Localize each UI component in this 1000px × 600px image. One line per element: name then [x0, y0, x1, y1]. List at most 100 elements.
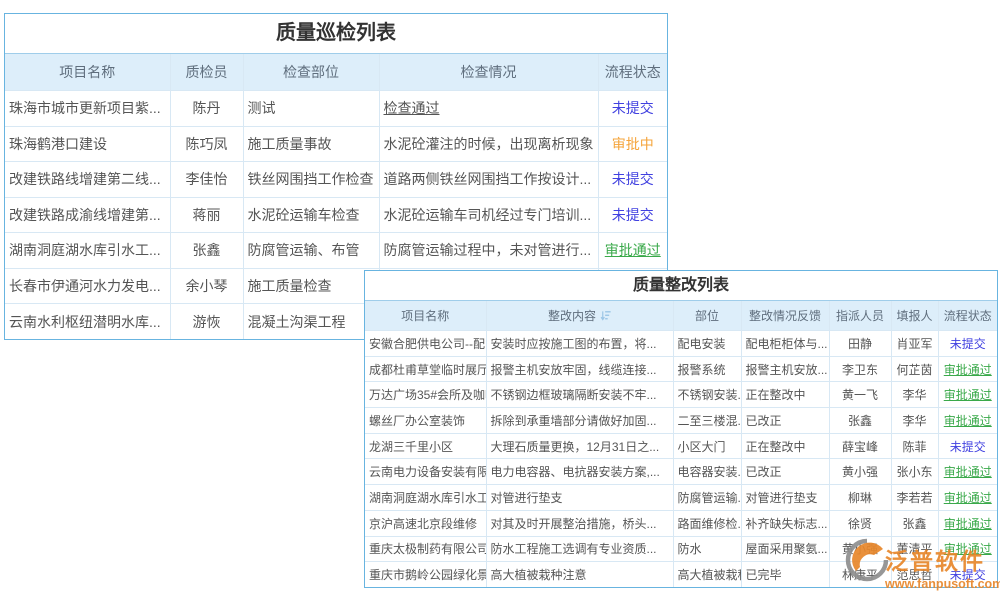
part-cell: 混凝土沟渠工程 — [243, 304, 379, 340]
content-cell: 电力电容器、电抗器安装方案,... — [486, 459, 673, 485]
project-link[interactable]: 成都杜甫草堂临时展厅独立展... — [365, 356, 486, 382]
table-row: 湖南洞庭湖水库引水工程施工标对管进行垫支防腐管运输...对管进行垫支柳琳李若若审… — [365, 485, 997, 511]
col-header-content[interactable]: 整改内容 — [486, 301, 673, 331]
part-cell: 防腐管运输... — [673, 485, 741, 511]
col-header-label: 质检员 — [186, 64, 228, 80]
project-link[interactable]: 珠海鹤港口建设 — [5, 126, 170, 162]
inspector-link[interactable]: 张鑫 — [170, 233, 243, 269]
project-link[interactable]: 重庆太极制药有限公司亳州中... — [365, 536, 486, 562]
feedback-cell: 补齐缺失标志... — [741, 510, 829, 536]
status-cell[interactable]: 未提交 — [598, 197, 667, 233]
header-row: 项目名称整改内容部位整改情况反馈指派人员填报人流程状态 — [365, 301, 997, 331]
col-header-reporter: 填报人 — [891, 301, 938, 331]
col-header-label: 项目名称 — [59, 64, 115, 80]
page-canvas: 质量巡检列表 项目名称质检员检查部位检查情况流程状态 珠海市城市更新项目紫...… — [0, 0, 1000, 600]
col-header-label: 检查部位 — [283, 64, 339, 80]
content-cell: 报警主机安放牢固，线缆连接... — [486, 356, 673, 382]
inspection-table-head: 项目名称质检员检查部位检查情况流程状态 — [5, 54, 667, 91]
inspector-link[interactable]: 余小琴 — [170, 268, 243, 304]
project-link[interactable]: 云南水利枢纽潜明水库... — [5, 304, 170, 340]
status-cell[interactable]: 审批通过 — [938, 485, 997, 511]
inspector-link[interactable]: 游恢 — [170, 304, 243, 340]
assignee-link[interactable]: 薛宝峰 — [829, 433, 891, 459]
col-header-label: 整改内容 — [548, 309, 596, 323]
reporter-link[interactable]: 李华 — [891, 382, 938, 408]
reporter-link[interactable]: 何芷茵 — [891, 356, 938, 382]
col-header-part: 检查部位 — [243, 54, 379, 91]
project-link[interactable]: 珠海市城市更新项目紫... — [5, 91, 170, 127]
col-header-label: 整改情况反馈 — [749, 309, 821, 323]
assignee-link[interactable]: 张鑫 — [829, 408, 891, 434]
header-row: 项目名称质检员检查部位检查情况流程状态 — [5, 54, 667, 91]
project-link[interactable]: 改建铁路线增建第二线... — [5, 162, 170, 198]
status-cell[interactable]: 未提交 — [938, 331, 997, 357]
project-link[interactable]: 改建铁路成渝线增建第... — [5, 197, 170, 233]
project-link[interactable]: 龙湖三千里小区 — [365, 433, 486, 459]
status-cell[interactable]: 未提交 — [938, 433, 997, 459]
reporter-link[interactable]: 张鑫 — [891, 510, 938, 536]
assignee-link[interactable]: 柳琳 — [829, 485, 891, 511]
reporter-link[interactable]: 陈菲 — [891, 433, 938, 459]
project-link[interactable]: 湖南洞庭湖水库引水工... — [5, 233, 170, 269]
content-cell: 高大植被栽种注意 — [486, 562, 673, 588]
status-cell[interactable]: 审批通过 — [938, 356, 997, 382]
feedback-cell: 正在整改中 — [741, 433, 829, 459]
status-cell[interactable]: 审批通过 — [938, 459, 997, 485]
project-link[interactable]: 安徽合肥供电公司--配电设备... — [365, 331, 486, 357]
part-cell: 配电安装 — [673, 331, 741, 357]
watermark-url: www.fanpusoft.com — [885, 577, 1000, 591]
table-row: 珠海鹤港口建设陈巧凤施工质量事故水泥砼灌注的时候，出现离析现象审批中 — [5, 126, 667, 162]
project-link[interactable]: 湖南洞庭湖水库引水工程施工标 — [365, 485, 486, 511]
project-link[interactable]: 长春市伊通河水力发电... — [5, 268, 170, 304]
feedback-cell: 报警主机安放... — [741, 356, 829, 382]
table-row: 成都杜甫草堂临时展厅独立展...报警主机安放牢固，线缆连接...报警系统报警主机… — [365, 356, 997, 382]
inspector-link[interactable]: 陈巧凤 — [170, 126, 243, 162]
project-link[interactable]: 重庆市鹅岭公园绿化景观提升... — [365, 562, 486, 588]
part-cell: 电容器安装... — [673, 459, 741, 485]
inspector-link[interactable]: 李佳怡 — [170, 162, 243, 198]
status-cell[interactable]: 未提交 — [598, 162, 667, 198]
content-cell: 对管进行垫支 — [486, 485, 673, 511]
col-header-label: 流程状态 — [944, 309, 992, 323]
feedback-cell: 已完毕 — [741, 562, 829, 588]
project-link[interactable]: 万达广场35#会所及咖啡厅空... — [365, 382, 486, 408]
inspector-link[interactable]: 蒋丽 — [170, 197, 243, 233]
reporter-link[interactable]: 李若若 — [891, 485, 938, 511]
status-cell[interactable]: 审批通过 — [938, 382, 997, 408]
project-link[interactable]: 云南电力设备安装有限公司20... — [365, 459, 486, 485]
status-cell[interactable]: 审批中 — [598, 126, 667, 162]
watermark-brand: 泛普软件 — [885, 542, 1000, 576]
situation-cell: 道路两侧铁丝网围挡工作按设计... — [379, 162, 598, 198]
reporter-link[interactable]: 李华 — [891, 408, 938, 434]
project-link[interactable]: 螺丝厂办公室装饰 — [365, 408, 486, 434]
project-link[interactable]: 京沪高速北京段维修 — [365, 510, 486, 536]
table-row: 万达广场35#会所及咖啡厅空...不锈钢边框玻璃隔断安装不牢...不锈钢安装..… — [365, 382, 997, 408]
part-cell: 小区大门 — [673, 433, 741, 459]
situation-cell: 防腐管运输过程中，未对管进行... — [379, 233, 598, 269]
col-header-part: 部位 — [673, 301, 741, 331]
assignee-link[interactable]: 徐贤 — [829, 510, 891, 536]
status-cell[interactable]: 审批通过 — [938, 510, 997, 536]
reporter-link[interactable]: 张小东 — [891, 459, 938, 485]
table-row: 螺丝厂办公室装饰拆除到承重墙部分请做好加固...二至三楼混...已改正张鑫李华审… — [365, 408, 997, 434]
status-cell[interactable]: 审批通过 — [938, 408, 997, 434]
reporter-link[interactable]: 肖亚军 — [891, 331, 938, 357]
status-cell[interactable]: 未提交 — [598, 91, 667, 127]
assignee-link[interactable]: 黄小强 — [829, 459, 891, 485]
feedback-cell: 对管进行垫支 — [741, 485, 829, 511]
part-cell: 高大植被栽种 — [673, 562, 741, 588]
situation-cell: 水泥砼灌注的时候，出现离析现象 — [379, 126, 598, 162]
assignee-link[interactable]: 黄一飞 — [829, 382, 891, 408]
assignee-link[interactable]: 田静 — [829, 331, 891, 357]
inspector-link[interactable]: 陈丹 — [170, 91, 243, 127]
content-cell: 大理石质量更换，12月31日之... — [486, 433, 673, 459]
sort-icon[interactable] — [600, 310, 611, 321]
content-cell: 不锈钢边框玻璃隔断安装不牢... — [486, 382, 673, 408]
col-header-project: 项目名称 — [365, 301, 486, 331]
feedback-cell: 正在整改中 — [741, 382, 829, 408]
feedback-cell: 屋面采用聚氨... — [741, 536, 829, 562]
assignee-link[interactable]: 李卫东 — [829, 356, 891, 382]
table-row: 湖南洞庭湖水库引水工...张鑫防腐管运输、布管防腐管运输过程中，未对管进行...… — [5, 233, 667, 269]
status-cell[interactable]: 审批通过 — [598, 233, 667, 269]
part-cell: 报警系统 — [673, 356, 741, 382]
